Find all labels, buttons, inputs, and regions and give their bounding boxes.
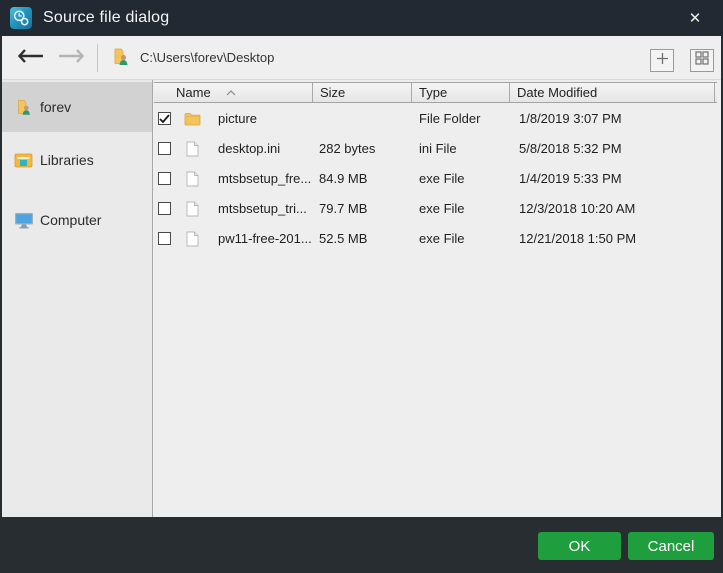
row-checkbox[interactable] bbox=[158, 142, 171, 155]
column-header-name[interactable]: Name bbox=[154, 83, 313, 102]
toolbar-separator bbox=[97, 44, 98, 72]
dialog-content: forev Libraries Computer Name Size Type … bbox=[2, 80, 721, 517]
user-folder-icon bbox=[14, 98, 34, 116]
file-type-cell: File Folder bbox=[419, 111, 481, 126]
file-icon bbox=[184, 231, 201, 247]
close-icon: ✕ bbox=[688, 10, 702, 27]
folder-icon bbox=[184, 111, 201, 127]
table-row[interactable]: pw11-free-201... 52.5 MB exe File 12/21/… bbox=[154, 224, 717, 254]
table-row[interactable]: mtsbsetup_fre... 84.9 MB exe File 1/4/20… bbox=[154, 164, 717, 194]
cancel-button[interactable]: Cancel bbox=[628, 532, 714, 560]
ok-button[interactable]: OK bbox=[538, 532, 621, 560]
row-checkbox[interactable] bbox=[158, 112, 171, 125]
row-checkbox[interactable] bbox=[158, 172, 171, 185]
back-button[interactable] bbox=[14, 44, 48, 72]
file-name-cell: pw11-free-201... bbox=[218, 231, 312, 246]
source-file-dialog-window: Source file dialog ✕ C:\Users\forev\Desk… bbox=[0, 0, 723, 573]
file-type-cell: exe File bbox=[419, 231, 465, 246]
file-type-cell: ini File bbox=[419, 141, 457, 156]
sidebar-item-label: Computer bbox=[40, 212, 102, 228]
sort-ascending-icon bbox=[226, 84, 236, 99]
forward-button[interactable] bbox=[54, 44, 88, 72]
plus-icon bbox=[656, 52, 669, 70]
table-row[interactable]: picture File Folder 1/8/2019 3:07 PM bbox=[154, 104, 717, 134]
table-header: Name Size Type Date Modified bbox=[154, 82, 717, 103]
file-size-cell: 52.5 MB bbox=[319, 231, 368, 246]
file-type-cell: exe File bbox=[419, 171, 465, 186]
libraries-icon bbox=[14, 151, 34, 169]
column-header-type[interactable]: Type bbox=[412, 83, 510, 102]
column-label: Date Modified bbox=[517, 85, 598, 100]
file-size-cell: 79.7 MB bbox=[319, 201, 368, 216]
sidebar-item-label: forev bbox=[40, 99, 72, 115]
forward-arrow-icon bbox=[58, 48, 85, 68]
view-grid-button[interactable] bbox=[690, 49, 714, 72]
title-bar: Source file dialog ✕ bbox=[0, 0, 723, 36]
table-row[interactable]: mtsbsetup_tri... 79.7 MB exe File 12/3/2… bbox=[154, 194, 717, 224]
footer-bar: OK Cancel bbox=[0, 517, 723, 573]
table-row[interactable]: desktop.ini 282 bytes ini File 5/8/2018 … bbox=[154, 134, 717, 164]
row-checkbox[interactable] bbox=[158, 202, 171, 215]
sidebar-item-libraries[interactable]: Libraries bbox=[2, 145, 152, 175]
window-title: Source file dialog bbox=[43, 9, 170, 26]
close-button[interactable]: ✕ bbox=[680, 0, 710, 36]
column-header-date-modified[interactable]: Date Modified bbox=[510, 83, 715, 102]
column-label: Name bbox=[176, 85, 211, 100]
sidebar-item-forev[interactable]: forev bbox=[2, 82, 152, 132]
sidebar: forev Libraries Computer bbox=[2, 80, 152, 517]
file-name-cell: mtsbsetup_fre... bbox=[218, 171, 312, 186]
file-icon bbox=[184, 171, 201, 187]
computer-icon bbox=[14, 211, 34, 229]
back-arrow-icon bbox=[17, 48, 44, 68]
sidebar-divider bbox=[152, 80, 153, 517]
column-label: Type bbox=[419, 85, 448, 100]
file-list-panel: Name Size Type Date Modified picture Fil… bbox=[154, 80, 717, 517]
toolbar: C:\Users\forev\Desktop bbox=[2, 36, 721, 80]
file-list: picture File Folder 1/8/2019 3:07 PM des… bbox=[154, 104, 717, 254]
column-header-size[interactable]: Size bbox=[313, 83, 412, 102]
sidebar-item-computer[interactable]: Computer bbox=[2, 205, 152, 235]
file-name-cell: picture bbox=[218, 111, 258, 126]
file-date-cell: 12/3/2018 10:20 AM bbox=[519, 201, 636, 216]
file-size-cell: 282 bytes bbox=[319, 141, 376, 156]
file-name-cell: mtsbsetup_tri... bbox=[218, 201, 307, 216]
file-icon bbox=[184, 141, 201, 157]
file-date-cell: 1/8/2019 3:07 PM bbox=[519, 111, 622, 126]
user-folder-icon bbox=[110, 47, 132, 72]
sidebar-item-label: Libraries bbox=[40, 152, 94, 168]
file-date-cell: 12/21/2018 1:50 PM bbox=[519, 231, 637, 246]
row-checkbox[interactable] bbox=[158, 232, 171, 245]
add-button[interactable] bbox=[650, 49, 674, 72]
file-date-cell: 1/4/2019 5:33 PM bbox=[519, 171, 622, 186]
column-label: Size bbox=[320, 85, 346, 100]
grid-icon bbox=[695, 51, 709, 70]
column-header-spacer bbox=[715, 83, 717, 102]
address-path[interactable]: C:\Users\forev\Desktop bbox=[140, 50, 274, 65]
app-icon bbox=[10, 7, 32, 29]
file-icon bbox=[184, 201, 201, 217]
file-type-cell: exe File bbox=[419, 201, 465, 216]
file-name-cell: desktop.ini bbox=[218, 141, 281, 156]
file-date-cell: 5/8/2018 5:32 PM bbox=[519, 141, 622, 156]
file-size-cell: 84.9 MB bbox=[319, 171, 368, 186]
